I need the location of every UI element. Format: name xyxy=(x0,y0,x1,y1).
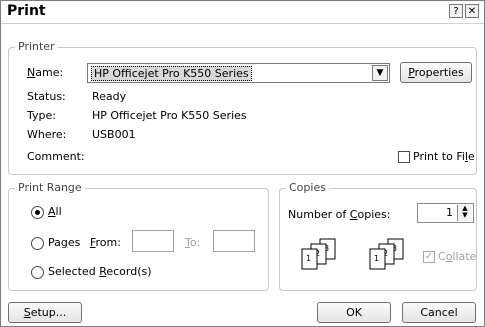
cancel-button[interactable]: Cancel xyxy=(402,302,476,323)
chevron-down-icon[interactable]: ▼ xyxy=(372,65,388,81)
collate-checkbox[interactable]: ✓ xyxy=(423,251,435,263)
printer-group-legend: Printer xyxy=(15,40,58,53)
print-dialog: Print ? ✕ Printer Name: HP Officejet Pro… xyxy=(0,0,485,327)
stack1-page1-label: 1 xyxy=(306,254,311,263)
where-value: USB001 xyxy=(92,128,136,141)
print-range-legend: Print Range xyxy=(15,181,85,194)
from-label: From: xyxy=(90,236,121,249)
copies-legend: Copies xyxy=(286,181,329,194)
status-value: Ready xyxy=(92,90,127,103)
print-to-file-label: Print to File xyxy=(413,150,475,163)
printer-name-select[interactable]: HP Officejet Pro K550 Series ▼ xyxy=(87,63,390,83)
stack2-page1-label: 1 xyxy=(374,254,379,263)
status-label: Status: xyxy=(27,90,66,103)
title-bar: Print ? ✕ xyxy=(1,1,484,24)
comment-label: Comment: xyxy=(27,150,85,163)
copies-spinner[interactable]: 1 ▲ ▼ xyxy=(417,203,474,223)
type-value: HP Officejet Pro K550 Series xyxy=(92,109,247,122)
printer-name-value: HP Officejet Pro K550 Series xyxy=(91,66,252,81)
collate-label: Collate xyxy=(438,250,477,263)
from-input[interactable] xyxy=(132,230,174,252)
to-input[interactable] xyxy=(213,230,255,252)
copies-group: Copies Number of Copies: 1 ▲ ▼ 3 2 1 3 2 … xyxy=(279,181,477,291)
radio-selected-records[interactable] xyxy=(31,266,44,279)
radio-pages-label: Pages xyxy=(48,236,81,249)
copies-value: 1 xyxy=(446,206,453,219)
print-to-file-checkbox[interactable] xyxy=(398,151,410,163)
print-range-group: Print Range All Pages From: To: Selected… xyxy=(8,181,269,291)
type-label: Type: xyxy=(27,109,56,122)
properties-button[interactable]: Properties xyxy=(400,62,472,83)
setup-button[interactable]: Setup... xyxy=(8,302,82,323)
radio-pages[interactable] xyxy=(31,237,44,250)
radio-all-label: All xyxy=(48,205,62,218)
dialog-title: Print xyxy=(7,3,46,19)
name-label: Name: xyxy=(27,66,64,79)
radio-selected-records-label: Selected Record(s) xyxy=(48,265,152,278)
spinner-arrows-icon[interactable]: ▲ ▼ xyxy=(457,205,472,221)
close-button[interactable]: ✕ xyxy=(465,4,479,18)
number-of-copies-label: Number of Copies: xyxy=(288,208,391,221)
help-button[interactable]: ? xyxy=(449,4,463,18)
where-label: Where: xyxy=(27,128,67,141)
ok-button[interactable]: OK xyxy=(317,302,391,323)
printer-group: Printer Name: HP Officejet Pro K550 Seri… xyxy=(8,40,477,175)
radio-all[interactable] xyxy=(31,206,44,219)
to-label: To: xyxy=(185,236,201,249)
